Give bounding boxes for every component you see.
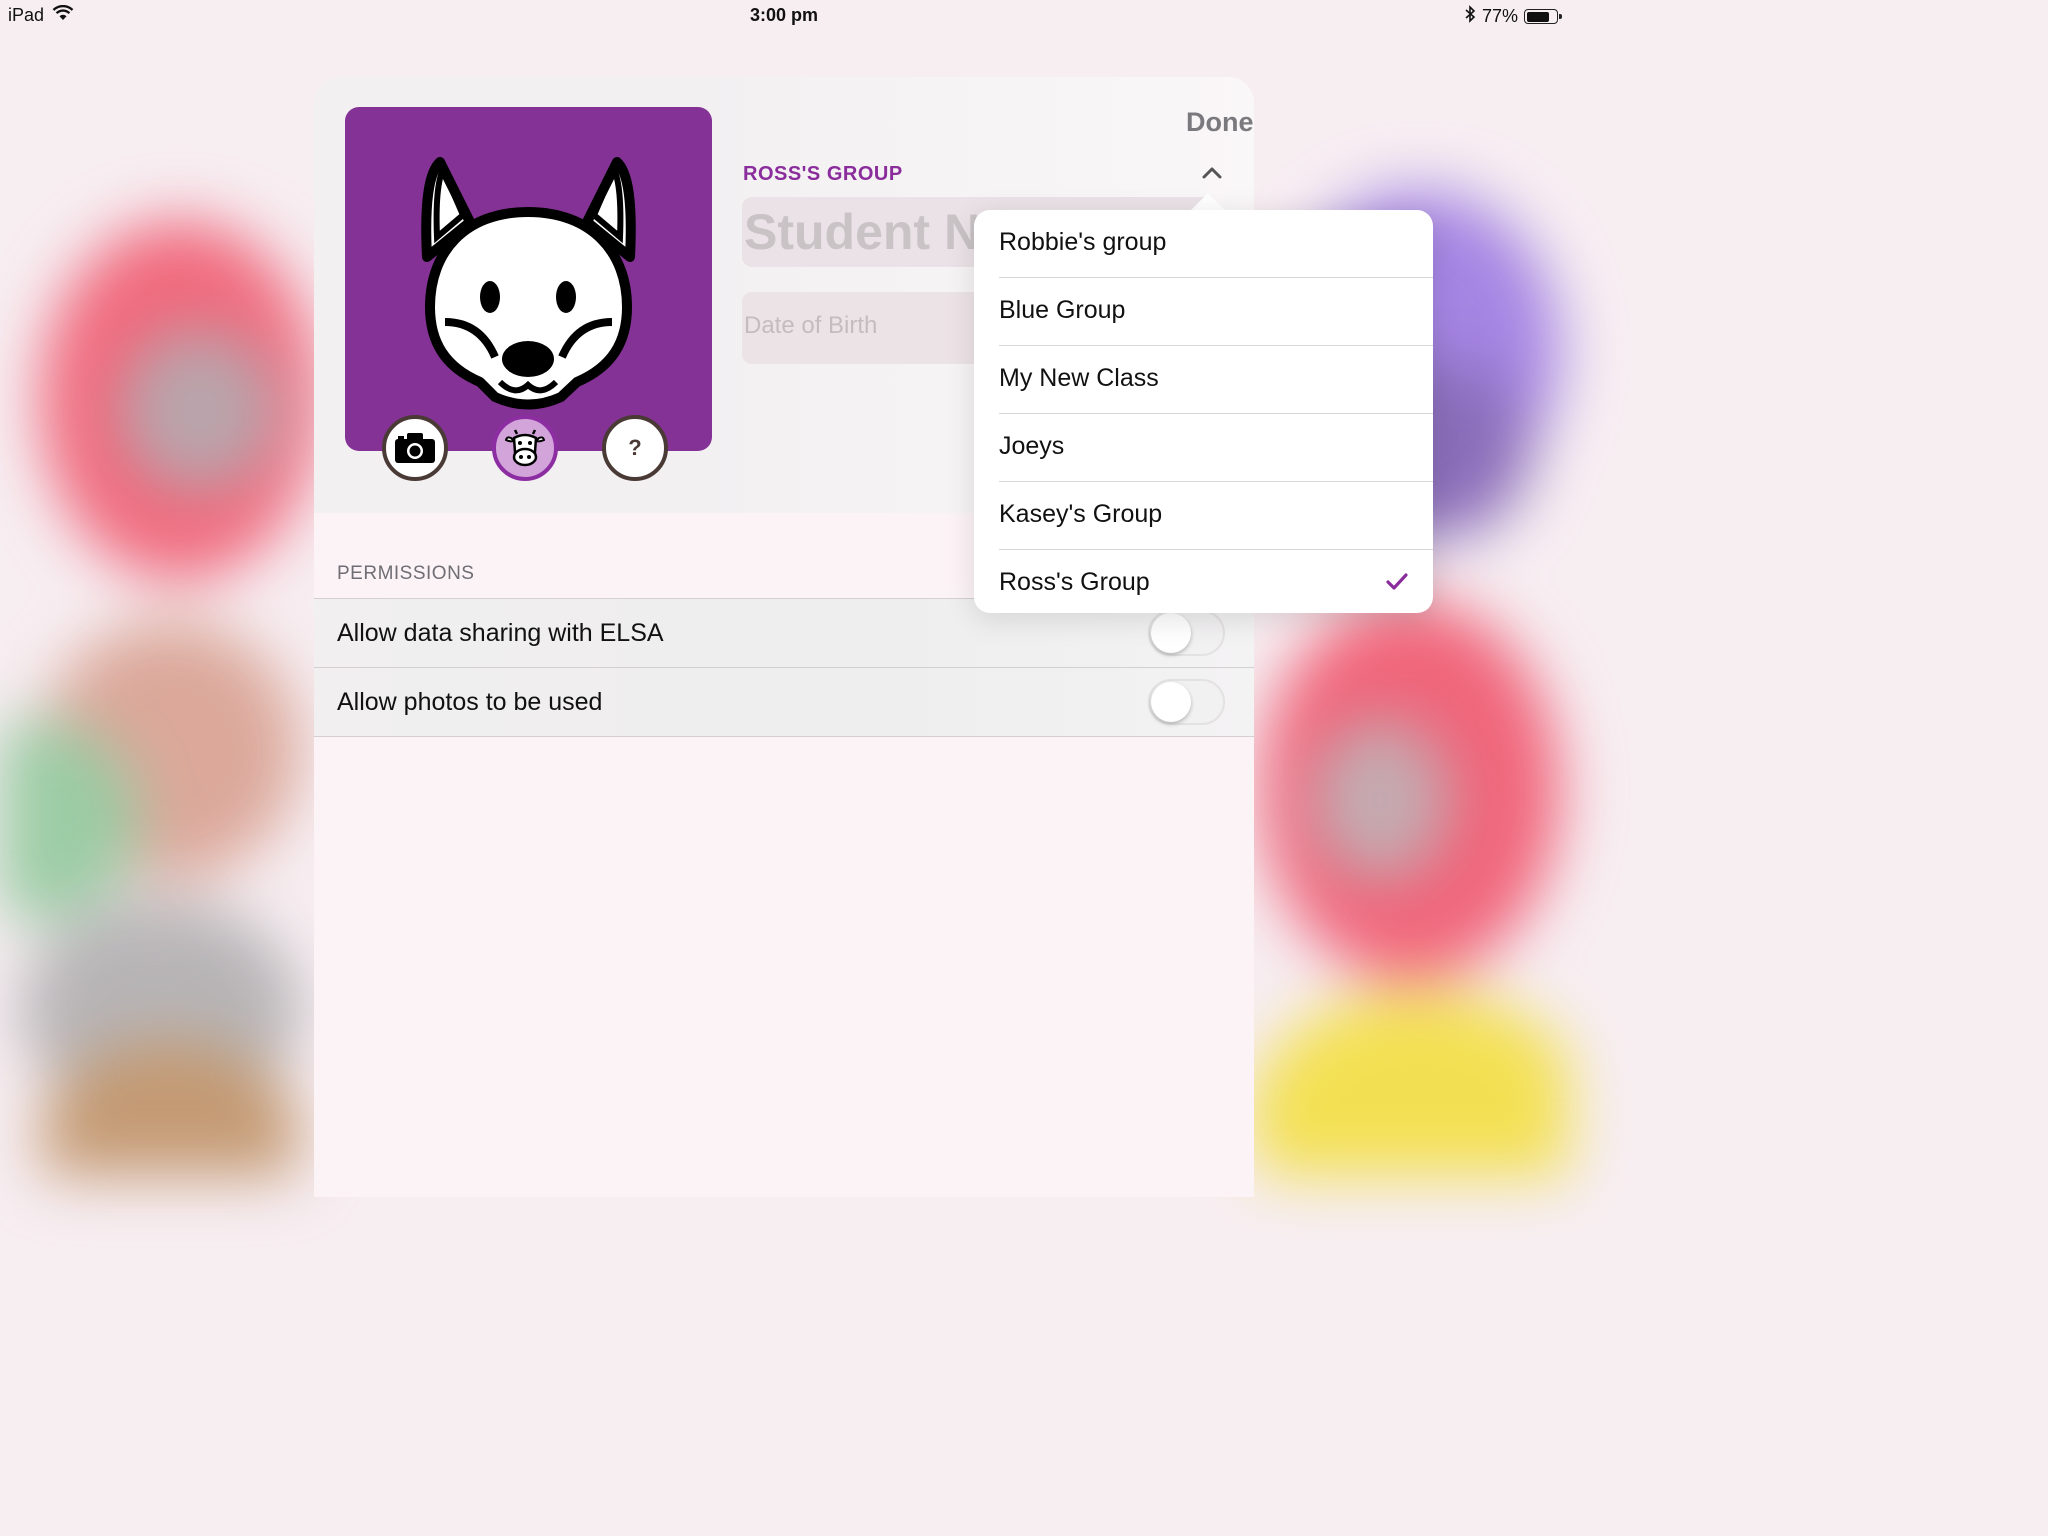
toggle-knob	[1151, 613, 1191, 653]
cow-icon	[505, 429, 545, 467]
permissions-list: Allow data sharing with ELSA Allow photo…	[314, 598, 1254, 737]
battery-icon	[1524, 9, 1562, 24]
group-option-ross-group[interactable]: Ross's Group	[999, 550, 1433, 617]
checkmark-icon	[1385, 572, 1409, 597]
avatar-card[interactable]	[345, 107, 712, 451]
clock: 3:00 pm	[749, 5, 819, 25]
permissions-header: PERMISSIONS	[337, 563, 475, 584]
popover-arrow	[1190, 193, 1226, 211]
permission-row-photos: Allow photos to be used	[314, 668, 1254, 737]
status-bar: iPad 3:00 pm 77%	[0, 0, 1568, 34]
group-option-label: Ross's Group	[999, 568, 1150, 596]
permission-label: Allow data sharing with ELSA	[337, 619, 664, 647]
group-option-kaseys-group[interactable]: Kasey's Group	[999, 482, 1433, 550]
toggle-knob	[1151, 682, 1191, 722]
camera-icon	[395, 433, 435, 463]
group-option-label: Blue Group	[999, 296, 1126, 324]
group-option-label: My New Class	[999, 364, 1159, 392]
group-option-label: Kasey's Group	[999, 500, 1163, 528]
group-option-label: Joeys	[999, 432, 1065, 460]
question-icon: ?	[628, 435, 642, 460]
group-selector-label[interactable]: ROSS'S GROUP	[743, 163, 903, 186]
photos-toggle[interactable]	[1148, 679, 1225, 725]
animal-avatar-button[interactable]	[492, 415, 558, 481]
group-option-my-new-class[interactable]: My New Class	[999, 346, 1433, 414]
group-picker-popover: Robbie's group Blue Group My New Class J…	[974, 210, 1433, 613]
group-option-blue-group[interactable]: Blue Group	[999, 278, 1433, 346]
permission-label: Allow photos to be used	[337, 688, 603, 716]
fox-face-icon	[421, 157, 636, 410]
group-option-label: Robbie's group	[999, 228, 1167, 256]
bluetooth-icon	[1464, 5, 1476, 28]
help-button[interactable]: ?	[602, 415, 668, 481]
date-of-birth-placeholder: Date of Birth	[744, 312, 878, 339]
group-option-robbies-group[interactable]: Robbie's group	[999, 210, 1433, 278]
battery-level	[1526, 11, 1549, 22]
chevron-up-icon[interactable]	[1200, 165, 1224, 186]
group-option-joeys[interactable]: Joeys	[999, 414, 1433, 482]
camera-button[interactable]	[382, 415, 448, 481]
done-button[interactable]: Done	[1186, 107, 1254, 138]
battery-percent: 77%	[1481, 6, 1518, 26]
